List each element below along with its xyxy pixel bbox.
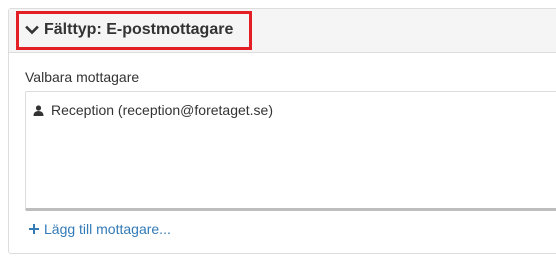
recipient-label: Reception (reception@foretaget.se)	[51, 102, 273, 118]
field-type-panel: Fälttyp: E-postmottagare Valbara mottaga…	[8, 8, 556, 254]
add-recipient-link[interactable]: Lägg till mottagare...	[28, 221, 171, 237]
list-item[interactable]: Reception (reception@foretaget.se)	[33, 102, 273, 118]
add-recipient-label: Lägg till mottagare...	[44, 221, 171, 237]
user-icon	[33, 104, 44, 116]
field-label-recipients: Valbara mottagare	[25, 69, 140, 85]
recipients-list[interactable]: Reception (reception@foretaget.se)	[25, 91, 556, 211]
highlight-annotation	[16, 11, 252, 50]
plus-icon	[29, 224, 39, 234]
